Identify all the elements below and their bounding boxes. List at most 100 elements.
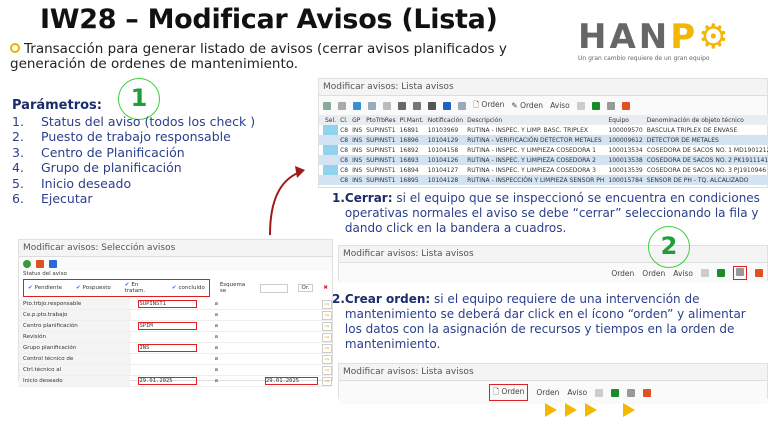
deselect-icon[interactable]	[383, 101, 391, 110]
status-checkbox[interactable]: ✔ En tratam.	[125, 282, 158, 294]
table-row[interactable]: C8 INS SUPINST1 16892 10104158 RUTINA - INSPE…	[319, 145, 768, 155]
delete-icon[interactable]: ✖	[323, 285, 328, 291]
layout-icon[interactable]	[621, 101, 630, 110]
field-from-input[interactable]: SPIM	[138, 322, 197, 330]
filter-icon[interactable]	[413, 101, 421, 110]
column-header: PtoTrbRes	[364, 115, 398, 125]
field-from-input[interactable]: 29.01.2025	[138, 377, 197, 385]
parameter-item: 5. Inicio deseado	[12, 176, 255, 192]
table-cell: C8	[338, 175, 351, 185]
table-cell: 16892	[399, 146, 419, 154]
multiple-selection-button[interactable]: ⇨	[322, 354, 332, 364]
avisos-table: Sel. Cl. GP PtoTrbRes Pl.Mant. Notificación De…	[319, 115, 768, 185]
variant-icon[interactable]	[36, 260, 44, 268]
parameter-item: 3. Centro de Planificación	[12, 145, 255, 161]
multiple-selection-button[interactable]: ⇨	[322, 299, 332, 309]
table-cell: INS	[352, 166, 363, 174]
change-order-button[interactable]: Orden	[642, 269, 665, 278]
create-order-button[interactable]: Orden	[611, 269, 634, 278]
field-to-input[interactable]: 29.01.2025	[264, 377, 319, 385]
document-icon[interactable]	[595, 388, 604, 397]
table-row[interactable]: C8 INS SUPINST1 16893 10104126 RUTINA - INSPE…	[319, 155, 768, 165]
row-select-cell[interactable]	[323, 175, 339, 185]
table-cell: 16891	[399, 126, 419, 134]
item-text: Grupo de planificación	[41, 160, 182, 175]
table-cell: 16896	[397, 135, 426, 145]
table-cell: RUTINA - INSPEC. Y LIMP. BASC. TRIPLEX	[467, 126, 588, 134]
chart-icon[interactable]	[443, 101, 451, 110]
green-flag-icon[interactable]	[611, 388, 620, 397]
table-row[interactable]: C8 INS SUPINST1 16896 10104129 RUTINA - VERIF…	[319, 135, 768, 145]
green-flag-icon[interactable]	[717, 269, 725, 277]
row-select-cell[interactable]	[323, 125, 339, 135]
field-label: Pto.trbjo.responsable	[19, 299, 131, 309]
status-checkbox[interactable]: ✔ Pospuesto	[76, 285, 111, 291]
document-icon[interactable]	[701, 269, 709, 277]
item-text: Centro de Planificación	[41, 144, 185, 160]
change-order-button[interactable]: Orden	[536, 388, 559, 397]
arrow-decoration	[545, 403, 635, 417]
table-cell: INS	[352, 126, 363, 134]
parameter-item: 4. Grupo de planificación	[12, 160, 255, 176]
selection-window: Modificar avisos: Selección avisos Statu…	[18, 239, 333, 387]
export-icon[interactable]	[458, 101, 466, 110]
or-button[interactable]: Or.	[297, 284, 314, 292]
field-from-input[interactable]: SUPINST1	[138, 300, 197, 308]
aviso-button[interactable]: Aviso	[550, 101, 570, 110]
toolbar-close-example: Modificar avisos: Lista avisos Orden Ord…	[338, 245, 768, 283]
row-select-cell[interactable]	[323, 135, 339, 145]
aviso-button[interactable]: Aviso	[567, 388, 587, 397]
row-select-cell[interactable]	[323, 155, 339, 165]
range-to-label: a	[214, 367, 218, 373]
multiple-selection-button[interactable]: ⇨	[322, 365, 332, 375]
status-checkbox[interactable]: ✔ Pendiente	[28, 285, 62, 291]
funnel-icon[interactable]	[428, 101, 436, 110]
check-icon: ✔	[171, 285, 177, 291]
refresh-icon[interactable]	[323, 101, 331, 110]
display-icon[interactable]	[353, 101, 361, 110]
table-cell: SUPINST1	[366, 146, 396, 154]
checkbox-label: Pospuesto	[82, 285, 111, 291]
create-order-button[interactable]: 🗋 Orden	[473, 99, 504, 112]
change-icon[interactable]	[338, 101, 346, 110]
execute-icon[interactable]	[23, 260, 31, 268]
table-cell: C8	[340, 126, 349, 134]
table-cell: C8	[338, 155, 351, 165]
info-icon[interactable]	[49, 260, 57, 268]
multiple-selection-button[interactable]: ⇨	[322, 321, 332, 331]
layout-icon[interactable]	[643, 388, 652, 397]
row-select-cell[interactable]	[323, 165, 339, 175]
aviso-button[interactable]: Aviso	[673, 269, 693, 278]
checkered-flag-icon[interactable]	[627, 388, 636, 397]
green-flag-icon[interactable]	[591, 101, 600, 110]
multiple-selection-button[interactable]: ⇨	[322, 310, 332, 320]
arrow-icon	[545, 403, 557, 417]
create-order-button[interactable]: 🗋 Orden	[489, 384, 529, 401]
label: Orden	[520, 101, 544, 110]
row-select-cell[interactable]	[323, 145, 339, 155]
status-checkbox[interactable]: ✔ concluido	[172, 285, 205, 291]
esquema-input[interactable]	[260, 283, 288, 293]
item-number: 6.	[12, 191, 24, 206]
select-all-icon[interactable]	[368, 101, 376, 110]
table-row[interactable]: C8 INS SUPINST1 16891 10103969 RUTINA - INSPE…	[319, 125, 768, 135]
window-title: Modificar avisos: Lista avisos	[319, 79, 767, 96]
table-row[interactable]: C8 INS SUPINST1 16895 10104128 RUTINA - INSPE…	[319, 175, 768, 185]
window-title: Modificar avisos: Selección avisos	[19, 240, 332, 257]
field-row: Ce.p.pto.trabajo a ⇨	[19, 310, 332, 321]
field-from-input[interactable]: INS	[138, 344, 197, 352]
checkbox-label: concluido	[178, 285, 205, 291]
multiple-selection-button[interactable]: ⇨	[322, 332, 332, 342]
document-icon[interactable]	[576, 101, 585, 110]
table-cell: 100015784	[606, 175, 645, 185]
logo-wordmark: HANP⚙	[578, 17, 732, 57]
sort-icon[interactable]	[398, 101, 406, 110]
table-row[interactable]: C8 INS SUPINST1 16894 10104127 RUTINA - INSPE…	[319, 165, 768, 175]
label: Orden	[501, 387, 525, 396]
layout-icon[interactable]	[755, 269, 763, 277]
multiple-selection-button[interactable]: ⇨	[322, 343, 332, 353]
change-order-button[interactable]: ✎ Orden	[511, 101, 543, 110]
checkered-flag-button[interactable]	[733, 266, 747, 280]
checkered-flag-icon[interactable]	[606, 101, 615, 110]
multiple-selection-button[interactable]: ⇨	[322, 376, 333, 386]
